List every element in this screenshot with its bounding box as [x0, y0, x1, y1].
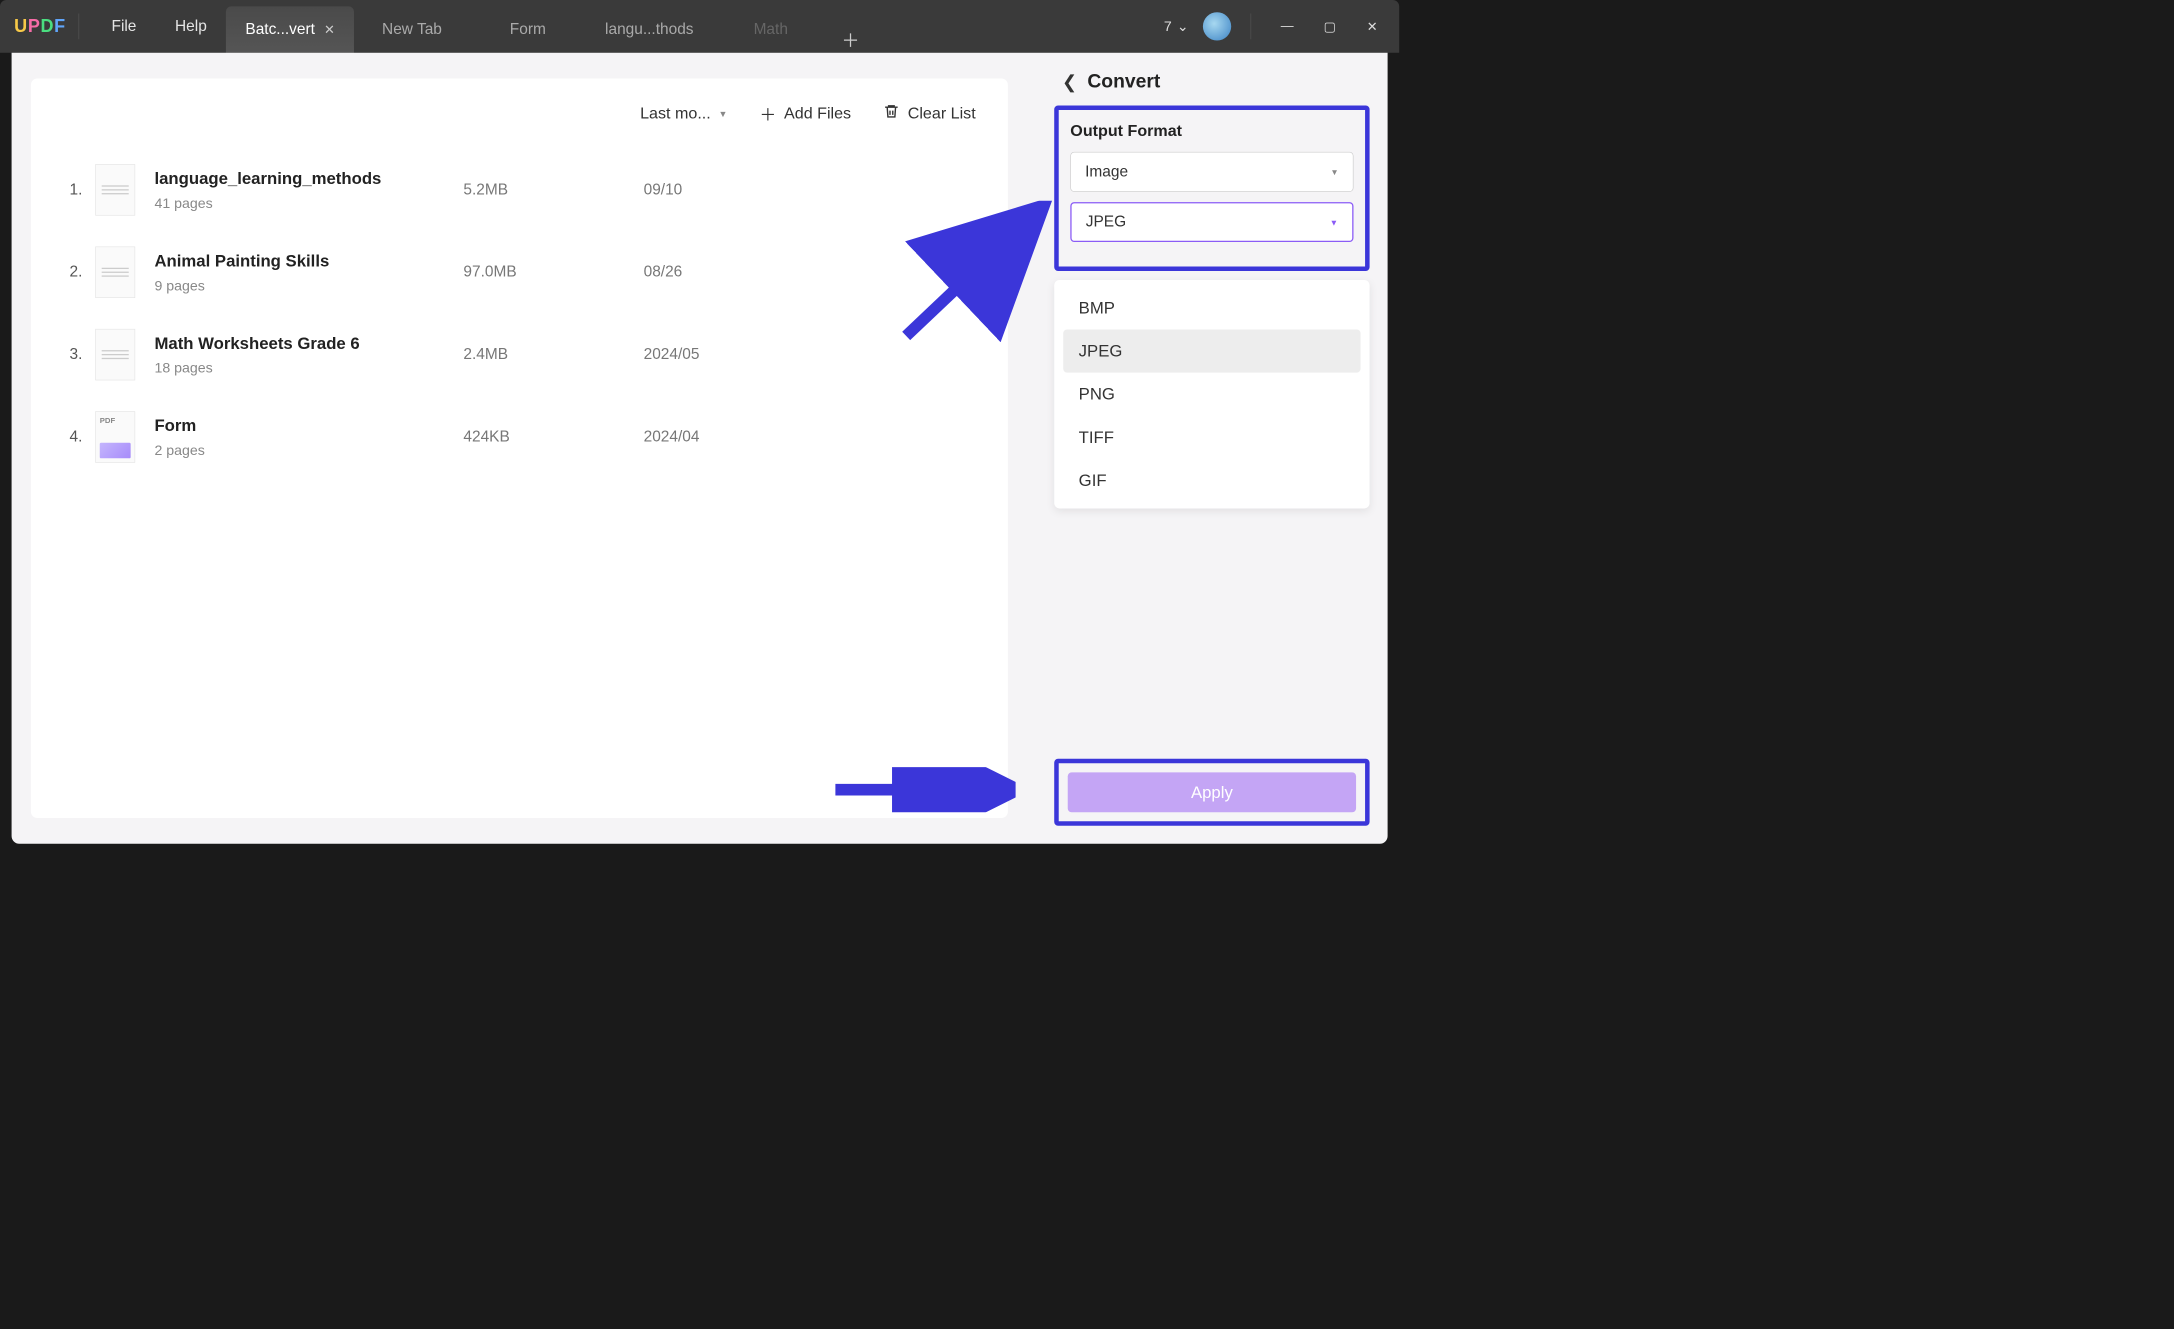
tab-new-tab[interactable]: New Tab: [354, 6, 470, 52]
file-pages: 2 pages: [154, 442, 463, 459]
window-controls: 7 ⌄ — ▢ ✕: [1156, 10, 1399, 42]
caret-down-icon: ▼: [718, 108, 727, 118]
titlebar: UPDF File Help Batc...vert ✕ New Tab For…: [0, 0, 1399, 53]
caret-down-icon: ▼: [1330, 167, 1338, 177]
avatar[interactable]: [1203, 12, 1231, 40]
tab-label: langu...thods: [605, 21, 693, 39]
caret-down-icon: ▼: [1330, 217, 1338, 227]
output-format-label: Output Format: [1070, 122, 1353, 141]
convert-panel: ❮ Convert Output Format Image ▼ JPEG ▼ B…: [1046, 53, 1387, 844]
tab-label: Batc...vert: [245, 21, 315, 39]
new-tab-button[interactable]: ＋: [829, 27, 873, 53]
tab-strip: Batc...vert ✕ New Tab Form langu...thods…: [226, 0, 1156, 53]
file-size: 424KB: [463, 428, 643, 446]
file-size: 5.2MB: [463, 181, 643, 199]
file-name: language_learning_methods: [154, 168, 463, 188]
trash-icon: [883, 103, 900, 124]
file-index: 4.: [57, 428, 96, 446]
file-pages: 18 pages: [154, 359, 463, 376]
file-list: 1. language_learning_methods 41 pages 5.…: [31, 149, 1008, 479]
format-option-gif[interactable]: GIF: [1063, 459, 1360, 502]
file-date: 09/10: [644, 181, 683, 199]
file-name: Math Worksheets Grade 6: [154, 333, 463, 353]
file-thumbnail: [95, 164, 135, 215]
tab-label: New Tab: [382, 21, 442, 39]
menu-help[interactable]: Help: [156, 17, 226, 35]
chevron-down-icon: ⌄: [1177, 18, 1189, 35]
panel-header: ❮ Convert: [1054, 66, 1369, 106]
file-row[interactable]: 1. language_learning_methods 41 pages 5.…: [57, 149, 982, 231]
menu-file[interactable]: File: [92, 17, 156, 35]
tab-label: Math: [754, 21, 788, 39]
file-index: 3.: [57, 346, 96, 364]
close-window-button[interactable]: ✕: [1353, 10, 1392, 42]
file-date: 08/26: [644, 263, 683, 281]
minimize-button[interactable]: —: [1268, 10, 1307, 42]
file-pages: 41 pages: [154, 195, 463, 212]
format-option-png[interactable]: PNG: [1063, 373, 1360, 416]
close-icon[interactable]: ✕: [324, 22, 335, 38]
format-category-select[interactable]: Image ▼: [1070, 152, 1353, 192]
format-dropdown: BMP JPEG PNG TIFF GIF: [1054, 280, 1369, 508]
file-index: 2.: [57, 263, 96, 281]
file-row[interactable]: 4. Form 2 pages 424KB 2024/04: [57, 396, 982, 478]
content-area: Last mo... ▼ ＋ Add Files Clear List: [12, 53, 1388, 844]
file-thumbnail: [95, 246, 135, 297]
tab-batch-convert[interactable]: Batc...vert ✕: [226, 6, 354, 52]
file-row[interactable]: 2. Animal Painting Skills 9 pages 97.0MB…: [57, 231, 982, 313]
apply-section: Apply: [1054, 759, 1369, 826]
add-files-button[interactable]: ＋ Add Files: [760, 102, 852, 126]
sort-dropdown[interactable]: Last mo... ▼: [640, 104, 727, 123]
file-list-card: Last mo... ▼ ＋ Add Files Clear List: [31, 79, 1008, 818]
file-size: 2.4MB: [463, 346, 643, 364]
file-pages: 9 pages: [154, 277, 463, 294]
tab-math[interactable]: Math: [713, 6, 829, 52]
divider: [79, 14, 80, 40]
file-thumbnail: [95, 329, 135, 380]
divider: [1251, 14, 1252, 40]
output-format-section: Output Format Image ▼ JPEG ▼: [1054, 106, 1369, 271]
file-date: 2024/04: [644, 428, 700, 446]
tab-form[interactable]: Form: [470, 6, 586, 52]
apply-button[interactable]: Apply: [1068, 772, 1356, 812]
format-option-bmp[interactable]: BMP: [1063, 286, 1360, 329]
clear-list-button[interactable]: Clear List: [883, 103, 975, 124]
tab-label: Form: [510, 21, 546, 39]
file-toolbar: Last mo... ▼ ＋ Add Files Clear List: [31, 79, 1008, 149]
file-size: 97.0MB: [463, 263, 643, 281]
format-type-select[interactable]: JPEG ▼: [1070, 202, 1353, 242]
format-option-tiff[interactable]: TIFF: [1063, 416, 1360, 459]
file-name: Animal Painting Skills: [154, 251, 463, 271]
app-logo: UPDF: [14, 16, 66, 37]
main-panel: Last mo... ▼ ＋ Add Files Clear List: [12, 53, 1047, 844]
file-date: 2024/05: [644, 346, 700, 364]
format-option-jpeg[interactable]: JPEG: [1063, 330, 1360, 373]
file-name: Form: [154, 415, 463, 435]
panel-title: Convert: [1087, 71, 1160, 93]
file-row[interactable]: 3. Math Worksheets Grade 6 18 pages 2.4M…: [57, 313, 982, 395]
file-index: 1.: [57, 181, 96, 199]
maximize-button[interactable]: ▢: [1310, 10, 1349, 42]
tab-language-methods[interactable]: langu...thods: [586, 6, 713, 52]
back-icon[interactable]: ❮: [1062, 71, 1077, 92]
file-thumbnail: [95, 411, 135, 462]
plus-icon: ＋: [760, 102, 777, 126]
notification-counter[interactable]: 7 ⌄: [1156, 14, 1196, 38]
